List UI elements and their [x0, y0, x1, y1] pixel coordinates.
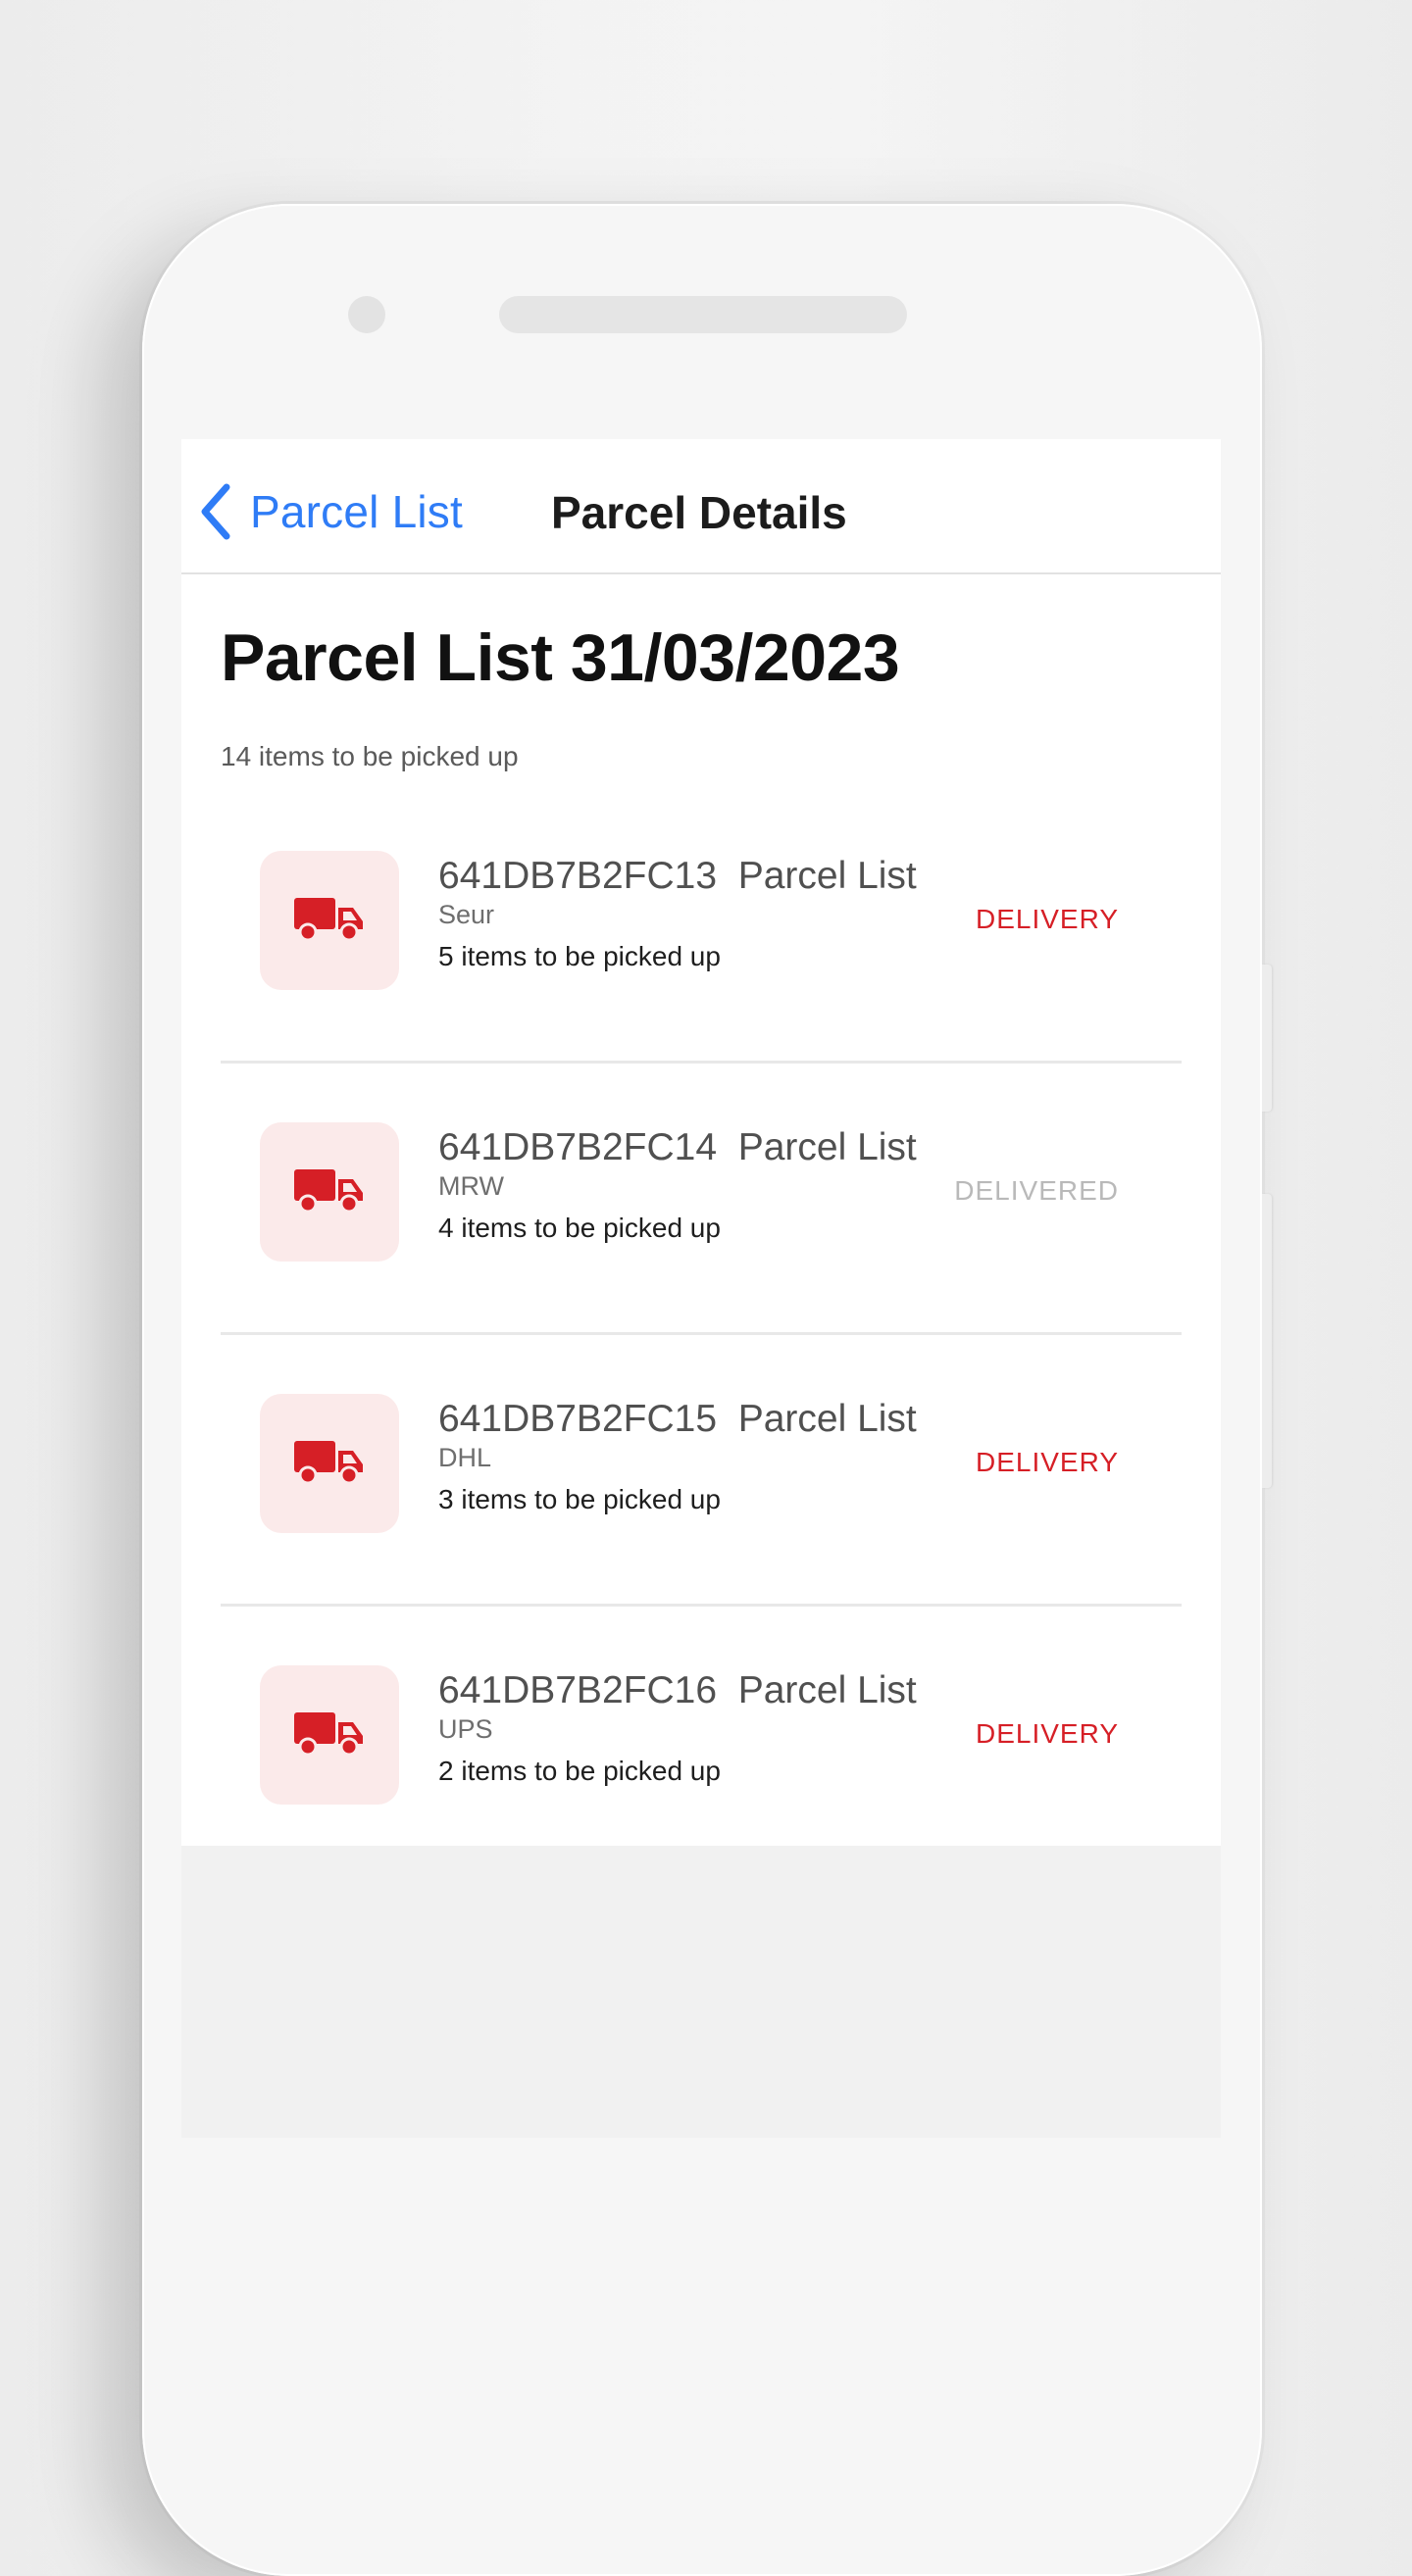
parcel-icon-tile — [260, 1665, 399, 1805]
navigation-bar: Parcel List Parcel Details — [181, 439, 1221, 574]
app-screen: Parcel List Parcel Details Parcel List 3… — [181, 439, 1221, 2138]
content-area: Parcel List 31/03/2023 14 items to be pi… — [181, 574, 1221, 1846]
carrier-name: DHL — [438, 1443, 492, 1472]
parcel-label: Parcel List — [737, 855, 917, 897]
parcel-row[interactable]: 641DB7B2FC14 Parcel List MRW 4 items to … — [221, 1064, 1182, 1335]
status-badge: DELIVERED — [954, 1175, 1119, 1206]
parcel-title: 641DB7B2FC14 Parcel List — [438, 1126, 917, 1169]
parcel-label: Parcel List — [737, 1669, 917, 1711]
status-badge: DELIVERY — [976, 904, 1119, 934]
truck-icon — [294, 1710, 365, 1760]
side-button — [1262, 1194, 1272, 1488]
page-subtitle: 14 items to be picked up — [221, 741, 519, 771]
parcel-row[interactable]: 641DB7B2FC15 Parcel List DHL 3 items to … — [221, 1335, 1182, 1607]
side-button — [1262, 965, 1272, 1112]
pickup-count: 5 items to be picked up — [438, 941, 721, 971]
parcel-list: 641DB7B2FC13 Parcel List Seur 5 items to… — [221, 792, 1182, 1875]
nav-title: Parcel Details — [551, 487, 847, 538]
carrier-name: UPS — [438, 1714, 493, 1744]
speaker-grille — [499, 296, 907, 333]
pickup-count: 2 items to be picked up — [438, 1756, 721, 1786]
parcel-icon-tile — [260, 851, 399, 990]
parcel-label: Parcel List — [737, 1398, 917, 1440]
parcel-id: 641DB7B2FC13 — [438, 855, 718, 897]
status-badge: DELIVERY — [976, 1718, 1119, 1749]
carrier-name: MRW — [438, 1171, 504, 1201]
pickup-count: 3 items to be picked up — [438, 1484, 721, 1514]
parcel-title: 641DB7B2FC16 Parcel List — [438, 1669, 917, 1712]
parcel-icon-tile — [260, 1394, 399, 1533]
empty-area — [181, 1846, 1221, 2138]
camera-dot — [348, 296, 385, 333]
parcel-title: 641DB7B2FC13 Parcel List — [438, 855, 917, 898]
parcel-row[interactable]: 641DB7B2FC13 Parcel List Seur 5 items to… — [221, 792, 1182, 1064]
pickup-count: 4 items to be picked up — [438, 1213, 721, 1243]
truck-icon — [294, 1167, 365, 1217]
parcel-row[interactable]: 641DB7B2FC16 Parcel List UPS 2 items to … — [221, 1607, 1182, 1875]
carrier-name: Seur — [438, 900, 495, 929]
back-button-label: Parcel List — [250, 486, 463, 537]
parcel-icon-tile — [260, 1122, 399, 1262]
chevron-left-icon — [199, 483, 232, 540]
parcel-id: 641DB7B2FC14 — [438, 1126, 718, 1168]
status-badge: DELIVERY — [976, 1447, 1119, 1477]
parcel-id: 641DB7B2FC16 — [438, 1669, 718, 1711]
parcel-label: Parcel List — [737, 1126, 917, 1168]
truck-icon — [294, 1439, 365, 1489]
page-title: Parcel List 31/03/2023 — [221, 620, 900, 695]
parcel-title: 641DB7B2FC15 Parcel List — [438, 1398, 917, 1441]
phone-frame: Parcel List Parcel Details Parcel List 3… — [142, 204, 1272, 2576]
parcel-id: 641DB7B2FC15 — [438, 1398, 718, 1440]
truck-icon — [294, 896, 365, 946]
back-button[interactable]: Parcel List — [199, 482, 463, 541]
